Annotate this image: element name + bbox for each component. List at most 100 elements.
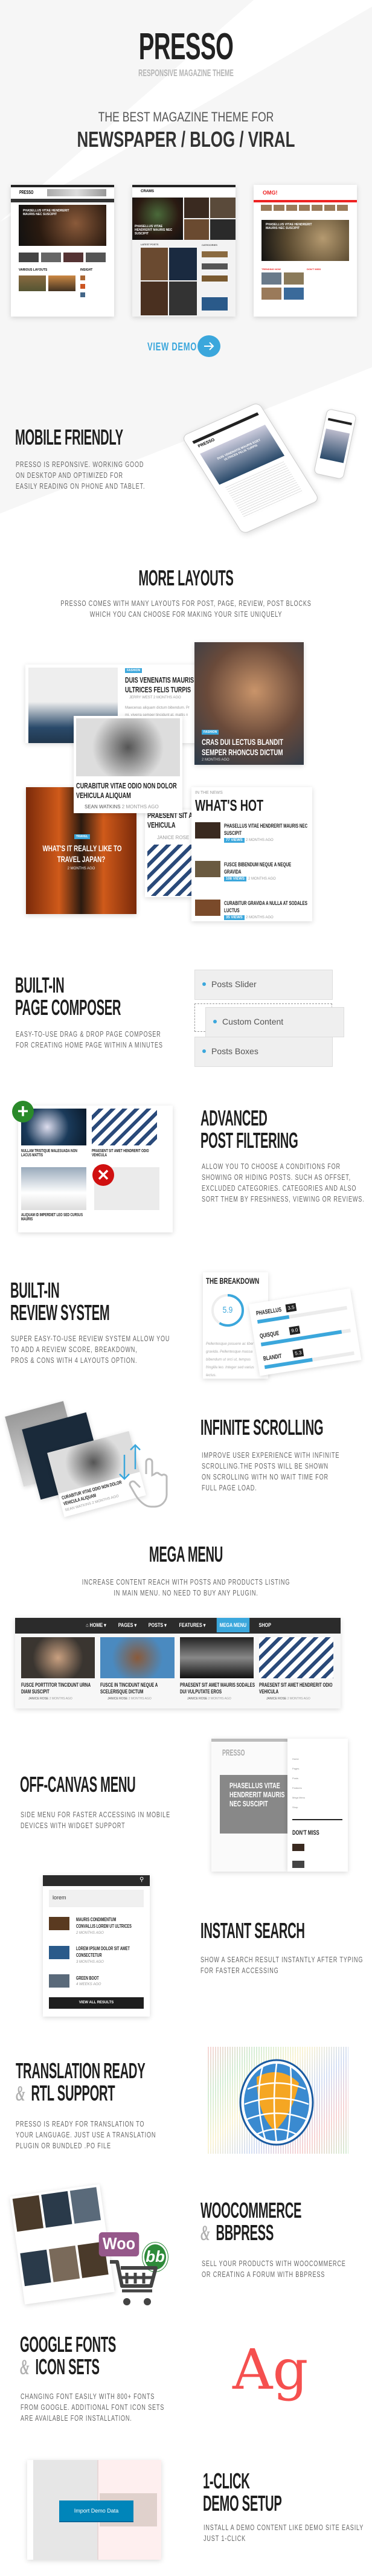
brand-tagline: RESPONSIVE MAGAZINE THEME: [138, 68, 234, 79]
demo-section-title: VARIOUS LAYOUTS: [19, 268, 48, 272]
review-criteria-card: PHASELLUS 3.5 QUISQUE 9.0 BLANDIT 5.3: [248, 1288, 362, 1376]
category-tag: FASHION: [202, 730, 219, 735]
post-title: WHAT'S IT REALLY LIKE TO TRAVEL JAPAN?: [42, 843, 122, 864]
nav-mega-menu[interactable]: MEGA MENU: [216, 1618, 249, 1632]
widget-heading: WHAT'S HOT: [195, 796, 264, 814]
headline-main: NEWSPAPER / BLOG / VIRAL: [77, 127, 295, 152]
post-title: DUIS VENENATIS MAURIS EG ULTRICES FELIS T…: [125, 675, 200, 694]
section-title: GOOGLE FONTS & ICON SETS: [20, 2332, 117, 2379]
criterion-fill: [257, 1315, 289, 1324]
section-title: WOOCOMMERCE & BBPRESS: [200, 2198, 302, 2245]
bullet-icon: [213, 1020, 217, 1023]
section-description: EASY-TO-USE DRAG & DROP PAGE COMPOSER FOR…: [16, 1029, 163, 1049]
demo-hero-title: PHASELLUS VITAE HENDRERIT MAURIS NEC SUS…: [23, 209, 69, 216]
globe-icon: [239, 2059, 314, 2146]
layout-card-overlay: FASHION CRAS DUI LECTUS BLANDIT SEMPER RH…: [194, 642, 304, 765]
section-title: OFF-CANVAS MENU: [20, 1772, 136, 1797]
category-tag: TRAVEL: [74, 834, 90, 839]
block-label: Posts Boxes: [211, 1046, 258, 1056]
main-nav: ⌂ HOME ▾ PAGES ▾ POSTS ▾ FEATURES ▾ MEGA MEN…: [15, 1618, 341, 1634]
view-demo-button[interactable]: VIEW DEMO: [147, 335, 226, 358]
section-description: SUPER EASY-TO-USE REVIEW SYSTEM ALLOW YO…: [11, 1334, 170, 1365]
section-title: BUILT-IN PAGE COMPOSER: [15, 973, 121, 1020]
section-title: INSTANT SEARCH: [200, 1918, 305, 1943]
demo-logo: PRESSO: [19, 190, 34, 195]
demo-preview-omg[interactable]: OMG! PHASELLUS VITAE HENDRERIT MAURIS NE…: [254, 185, 357, 317]
side-menu[interactable]: Home Pages Posts Features Mega Menu Shop: [292, 1754, 305, 1812]
section-description: CHANGING FONT EASILY WITH 800+ FONTS FROM…: [21, 2392, 165, 2423]
side-panel: Home Pages Posts Features Mega Menu Shop DON'…: [287, 1739, 348, 1872]
demo-preview-presso[interactable]: PRESSO PHASELLUS VITAE HENDRERIT MAURIS …: [11, 185, 114, 317]
shopping-cart-icon: [110, 2260, 158, 2305]
block-label: Custom Content: [222, 1017, 284, 1026]
demo-section-title: TRENDING NOW: [261, 268, 281, 271]
section-title: ADVANCED POST FILTERING: [200, 1106, 298, 1153]
post-title: PRAESENT SIT A VEHICULA: [147, 811, 192, 829]
section-title: INFINITE SCROLLING: [200, 1415, 324, 1440]
search-icon[interactable]: ⚲: [140, 1876, 144, 1883]
demo-section-title: DON'T MISS: [307, 268, 321, 271]
post-title: ALIQUAM ID IMPERDIET LEO SED CURSUS MAUR…: [21, 1213, 83, 1222]
demo-hero-title: PHASELLUS VITAE HENDRERIT MAURIS NEC SUS…: [135, 225, 173, 236]
nav-shop[interactable]: SHOP: [255, 1618, 274, 1632]
post-title: CURABITUR VITAE ODIO NON DOLOR VEHICULA A…: [76, 781, 177, 800]
post-meta: SEAN WATKINS 2 MONTHS AGO: [85, 804, 159, 810]
section-description: INCREASE CONTENT REACH WITH POSTS AND PR…: [82, 1577, 290, 1597]
demo-preview-crams[interactable]: CRAMS PHASELLUS VITAE HENDRERIT MAURIS N…: [132, 185, 236, 317]
post-title: CRAS DUI LECTUS BLANDIT SEMPER RHONCUS DI…: [202, 737, 284, 757]
nav-features[interactable]: FEATURES ▾: [176, 1618, 209, 1632]
widget-kicker: IN THE NEWS: [195, 791, 223, 795]
demo-logo: CRAMS: [141, 190, 154, 193]
nav-posts[interactable]: POSTS ▾: [146, 1618, 170, 1632]
composer-block[interactable]: Posts Boxes: [194, 1037, 333, 1067]
hero-title: PHASELLUS VITAE HENDRERIT MAURIS NEC SUSCI…: [229, 1781, 285, 1808]
search-input[interactable]: lorem: [49, 1890, 144, 1907]
nav-pages[interactable]: PAGES ▾: [115, 1618, 140, 1632]
demo-logo: OMG!: [263, 190, 278, 196]
view-all-results-button[interactable]: VIEW ALL RESULTS: [49, 1997, 144, 2009]
post-title: NULLAM TRISTIQUE MALESUADA NON LACUS MAT…: [21, 1149, 77, 1158]
section-title: BUILT-IN REVIEW SYSTEM: [10, 1278, 110, 1325]
section-title: MORE LAYOUTS: [138, 565, 234, 590]
layout-card-small: PRAESENT SIT A VEHICULA JANICE ROSE: [145, 810, 192, 897]
section-title: TRANSLATION READY & RTL SUPPORT: [16, 2058, 146, 2105]
section-description: PRESSO IS REPONSIVE. WORKING GOOD ON DESK…: [16, 460, 146, 491]
block-label: Posts Slider: [211, 979, 257, 989]
section-title: 1-CLICK DEMO SETUP: [203, 2468, 282, 2516]
demo-section-title: LATEST POSTS: [141, 243, 159, 246]
section-title: MOBILE FRIENDLY: [15, 425, 123, 449]
category-tag: FASHION: [125, 668, 143, 673]
site-logo: PRESSO: [222, 1748, 245, 1758]
post-author: JANICE ROSE: [157, 835, 190, 840]
review-summary: Pellentesque posuere ac liber gravida. Pe…: [206, 1342, 254, 1377]
include-plus-icon: +: [12, 1101, 34, 1122]
section-description: INSTALL A DEMO CONTENT LIKE DEMO SITE EA…: [204, 2523, 364, 2543]
promo-page: PRESSO RESPONSIVE MAGAZINE THEME THE BES…: [0, 0, 372, 2576]
view-demo-label: VIEW DEMO: [147, 341, 197, 353]
arrow-right-icon: [197, 335, 220, 357]
post-title: PRAESENT SIT AMET HENDRERIT ODIO VEHICUL…: [92, 1149, 149, 1158]
composer-block[interactable]: Posts Slider: [194, 970, 333, 1000]
overall-score: 5.9: [222, 1305, 233, 1315]
widget-title: DON'T MISS: [292, 1829, 319, 1837]
bullet-icon: [202, 1049, 206, 1053]
scroll-gesture-icon: [119, 1444, 168, 1508]
woocommerce-logo: Woo: [98, 2232, 140, 2256]
section-description: SHOW A SEARCH RESULT INSTANTLY AFTER TYP…: [200, 1955, 364, 1975]
composer-block-dragging[interactable]: Custom Content: [205, 1007, 344, 1037]
brand-logo: PRESSO: [138, 26, 234, 68]
breakdown-heading: THE BREAKDOWN: [206, 1276, 260, 1286]
headline-top: THE BEST MAGAZINE THEME FOR: [98, 109, 274, 124]
post-date: 2 MONTHS AGO: [202, 758, 229, 762]
import-demo-button[interactable]: Import Demo Data: [59, 2500, 133, 2522]
demo-section-title: CATEGORIES: [202, 243, 217, 246]
section-description: PRESSO COMES WITH MANY LAYOUTS FOR POST,…: [60, 599, 312, 619]
section-description: ALLOW YOU TO CHOOSE A CONDITIONS FOR SHOW…: [202, 1162, 365, 1203]
offcanvas-preview: PRESSO PHASELLUS VITAE HENDRERIT MAURIS NE…: [211, 1739, 348, 1872]
mega-menu-preview: ⌂ HOME ▾ PAGES ▾ POSTS ▾ FEATURES ▾ MEGA MEN…: [15, 1618, 341, 1708]
section-description: PRESSO IS READY FOR TRANSLATION TO YOUR L…: [16, 2119, 156, 2150]
whats-hot-widget: IN THE NEWS WHAT'S HOT PHASELLUS VITAE H…: [191, 787, 312, 921]
nav-home[interactable]: ⌂ HOME ▾: [83, 1618, 109, 1632]
post-date: 2 MONTHS AGO: [67, 867, 95, 871]
section-title: MEGA MENU: [149, 1542, 223, 1567]
